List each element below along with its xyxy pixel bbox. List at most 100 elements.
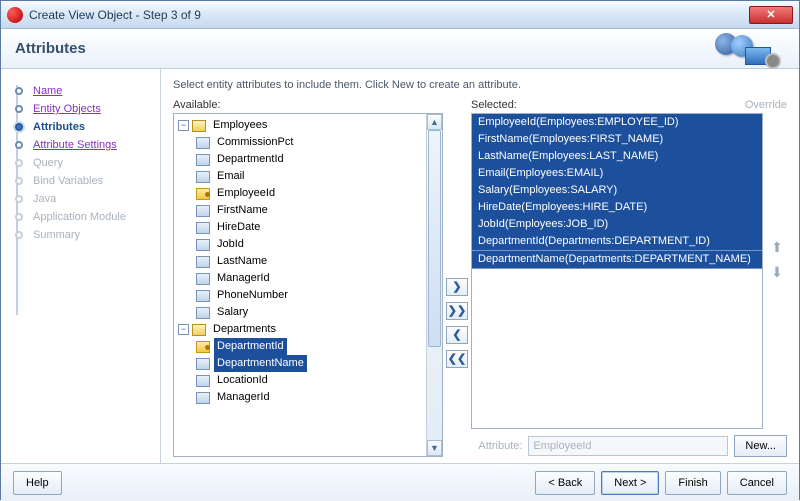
tree-label: ManagerId [214,389,273,406]
step-query: Query [7,157,154,169]
tree-item[interactable]: Email [196,168,440,185]
selected-list[interactable]: EmployeeId(Employees:EMPLOYEE_ID) FirstN… [471,113,763,429]
tree-item[interactable]: DepartmentId [196,151,440,168]
tree-label: DepartmentId [214,151,287,168]
tree-label: Email [214,168,248,185]
attribute-icon [196,137,210,149]
remove-all-button[interactable]: ❮❮ [446,350,468,368]
step-label: Bind Variables [33,175,103,187]
add-button[interactable]: ❯ [446,278,468,296]
move-up-icon[interactable]: ⬆ [771,239,783,256]
scroll-down-icon[interactable]: ▼ [427,440,442,456]
step-label: Attribute Settings [33,139,117,151]
tree-item[interactable]: PhoneNumber [196,287,440,304]
tree-label: HireDate [214,219,263,236]
finish-button[interactable]: Finish [665,471,720,495]
attribute-field[interactable] [528,436,728,456]
attribute-icon [196,171,210,183]
help-button[interactable]: Help [13,471,62,495]
tree-item[interactable]: EmployeeId [196,185,440,202]
step-application-module: Application Module [7,211,154,223]
tree-item[interactable]: CommissionPct [196,134,440,151]
attribute-icon [196,375,210,387]
list-item[interactable]: JobId(Employees:JOB_ID) [472,216,762,233]
tree-item[interactable]: JobId [196,236,440,253]
step-java: Java [7,193,154,205]
attribute-icon [196,358,210,370]
available-tree[interactable]: − Employees CommissionPct DepartmentId E… [173,113,443,457]
collapse-icon[interactable]: − [178,120,189,131]
available-label: Available: [173,99,443,111]
attribute-label: Attribute: [478,440,522,452]
tree-label: DepartmentName [214,355,307,372]
step-summary: Summary [7,229,154,241]
attribute-icon [196,273,210,285]
add-all-button[interactable]: ❯❯ [446,302,468,320]
cancel-button[interactable]: Cancel [727,471,787,495]
tree-label: EmployeeId [214,185,278,202]
step-entity-objects[interactable]: Entity Objects [7,103,154,115]
step-bind-variables: Bind Variables [7,175,154,187]
tree-node-departments[interactable]: − Departments [178,321,440,338]
tree-label: DepartmentId [214,338,287,355]
next-button[interactable]: Next > [601,471,659,495]
tree-label: Departments [210,321,279,338]
scrollbar[interactable]: ▲ ▼ [426,114,442,456]
tree-item[interactable]: HireDate [196,219,440,236]
tree-item[interactable]: ManagerId [196,270,440,287]
list-item[interactable]: Email(Employees:EMAIL) [472,165,762,182]
step-attribute-settings[interactable]: Attribute Settings [7,139,154,151]
tree-item[interactable]: ManagerId [196,389,440,406]
step-label: Java [33,193,56,205]
list-item[interactable]: FirstName(Employees:FIRST_NAME) [472,131,762,148]
tree-label: LastName [214,253,270,270]
step-label: Name [33,85,62,97]
wizard-footer: Help < Back Next > Finish Cancel [1,463,799,501]
shuttle-buttons: ❯ ❯❯ ❮ ❮❮ [443,99,471,457]
app-icon [7,7,23,23]
list-item[interactable]: EmployeeId(Employees:EMPLOYEE_ID) [472,114,762,131]
close-button[interactable]: ✕ [749,6,793,24]
tree-label: LocationId [214,372,271,389]
tree-label: PhoneNumber [214,287,291,304]
list-item[interactable]: DepartmentName(Departments:DEPARTMENT_NA… [472,250,762,269]
tree-item[interactable]: DepartmentId [196,338,440,355]
tree-item[interactable]: DepartmentName [196,355,440,372]
tree-label: Salary [214,304,251,321]
attribute-icon [196,205,210,217]
new-button[interactable]: New... [734,435,787,457]
override-link[interactable]: Override [745,99,787,111]
move-down-icon[interactable]: ⬇ [771,264,783,281]
back-button[interactable]: < Back [535,471,595,495]
titlebar[interactable]: Create View Object - Step 3 of 9 ✕ [1,1,799,29]
collapse-icon[interactable]: − [178,324,189,335]
tree-label: ManagerId [214,270,273,287]
attribute-icon [196,222,210,234]
tree-item[interactable]: LastName [196,253,440,270]
tree-node-employees[interactable]: − Employees [178,117,440,134]
list-item[interactable]: LastName(Employees:LAST_NAME) [472,148,762,165]
remove-button[interactable]: ❮ [446,326,468,344]
banner-graphic [709,31,789,67]
tree-item[interactable]: FirstName [196,202,440,219]
step-name[interactable]: Name [7,85,154,97]
list-item[interactable]: HireDate(Employees:HIRE_DATE) [472,199,762,216]
tree-label: Employees [210,117,270,134]
wizard-window: Create View Object - Step 3 of 9 ✕ Attri… [0,0,800,500]
attribute-icon [196,154,210,166]
selected-label-text: Selected: [471,99,517,111]
scroll-thumb[interactable] [428,130,441,347]
list-item[interactable]: DepartmentId(Departments:DEPARTMENT_ID) [472,233,762,250]
attribute-icon [196,290,210,302]
tree-item[interactable]: Salary [196,304,440,321]
step-label: Query [33,157,63,169]
attribute-icon [196,307,210,319]
attribute-icon [196,239,210,251]
step-label: Entity Objects [33,103,101,115]
step-attributes[interactable]: Attributes [7,121,154,133]
step-label: Summary [33,229,80,241]
tree-item[interactable]: LocationId [196,372,440,389]
scroll-up-icon[interactable]: ▲ [427,114,442,130]
banner: Attributes [1,29,799,69]
list-item[interactable]: Salary(Employees:SALARY) [472,182,762,199]
